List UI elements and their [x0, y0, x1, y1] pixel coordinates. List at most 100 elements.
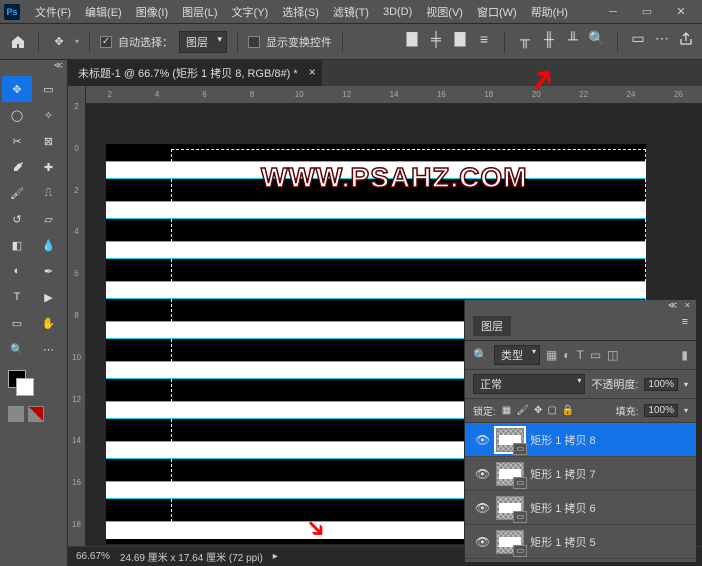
menu-view[interactable]: 视图(V): [419, 4, 470, 20]
zoom-icon[interactable]: 🔍: [589, 31, 605, 47]
layer-row[interactable]: 👁 ▭ 矩形 1 拷贝 6: [465, 491, 696, 525]
dist-top-icon[interactable]: ╥: [517, 31, 533, 47]
status-docinfo[interactable]: 24.69 厘米 x 17.64 厘米 (72 ppi): [120, 549, 263, 564]
document-tab[interactable]: 未标题-1 @ 66.7% (矩形 1 拷贝 8, RGB/8#) * ×: [68, 60, 322, 86]
align-hcenter-icon[interactable]: ╪: [428, 31, 444, 47]
status-more-icon[interactable]: ▸: [273, 551, 278, 562]
menu-window[interactable]: 窗口(W): [470, 4, 524, 20]
home-icon[interactable]: [8, 32, 28, 52]
marquee-tool[interactable]: ▭: [34, 76, 64, 102]
layers-tab[interactable]: 图层: [473, 316, 511, 336]
opacity-value[interactable]: 100%: [644, 378, 678, 391]
layer-list[interactable]: 👁 ▭ 矩形 1 拷贝 8 👁 ▭ 矩形 1 拷贝 7 👁 ▭ 矩形 1 拷贝 …: [465, 423, 696, 562]
layer-row[interactable]: 👁 ▭ 矩形 1 拷贝 8: [465, 423, 696, 457]
visibility-icon[interactable]: 👁: [475, 535, 490, 549]
menu-file[interactable]: 文件(F): [28, 4, 78, 20]
align-left-icon[interactable]: ▇: [404, 31, 420, 47]
more-opts-icon[interactable]: ⋯: [654, 31, 670, 47]
dodge-tool[interactable]: ◐: [2, 258, 32, 284]
layer-thumbnail[interactable]: ▭: [496, 462, 524, 486]
menu-help[interactable]: 帮助(H): [524, 4, 575, 20]
align-more-icon[interactable]: ≡: [476, 31, 492, 47]
lasso-tool[interactable]: ◯: [2, 102, 32, 128]
blend-mode-dd[interactable]: 正常: [473, 374, 585, 394]
transform-controls-checkbox[interactable]: [248, 36, 260, 48]
layer-thumbnail[interactable]: ▭: [496, 428, 524, 452]
filter-kind-dd[interactable]: 类型: [494, 345, 540, 365]
lock-artboard-icon[interactable]: ▢: [547, 405, 556, 416]
3d-mode-icon[interactable]: ▭: [630, 31, 646, 47]
eraser-tool[interactable]: ▱: [34, 206, 64, 232]
filter-adjust-icon[interactable]: ◐: [563, 348, 570, 362]
filter-toggle-icon[interactable]: ▮: [681, 348, 688, 362]
layer-name[interactable]: 矩形 1 拷贝 5: [530, 534, 686, 550]
dist-vcenter-icon[interactable]: ╫: [541, 31, 557, 47]
minimize-button[interactable]: ─: [596, 2, 630, 22]
filter-type-icon[interactable]: T: [577, 348, 584, 362]
menu-type[interactable]: 文字(Y): [225, 4, 276, 20]
layer-row[interactable]: 👁 ▭ 矩形 1 拷贝 5: [465, 525, 696, 559]
blur-tool[interactable]: 💧: [34, 232, 64, 258]
history-brush-tool[interactable]: ↺: [2, 206, 32, 232]
align-right-icon[interactable]: ▇: [452, 31, 468, 47]
crop-tool[interactable]: ✂: [2, 128, 32, 154]
edit-toolbar[interactable]: ⋯: [34, 336, 64, 362]
menu-layer[interactable]: 图层(L): [175, 4, 224, 20]
document-tab-title: 未标题-1 @ 66.7% (矩形 1 拷贝 8, RGB/8#) *: [78, 68, 298, 80]
share-icon[interactable]: [678, 31, 694, 47]
maximize-button[interactable]: ▭: [630, 2, 664, 22]
layer-thumbnail[interactable]: ▭: [496, 530, 524, 554]
panel-collapse-icon[interactable]: ≪ ×: [465, 300, 696, 312]
layer-row[interactable]: 👁 ▭ 矩形 1 拷贝 7: [465, 457, 696, 491]
auto-select-checkbox[interactable]: [100, 36, 112, 48]
layer-name[interactable]: 矩形 1 拷贝 7: [530, 466, 686, 482]
dist-bottom-icon[interactable]: ╨: [565, 31, 581, 47]
layer-name[interactable]: 矩形 1 拷贝 6: [530, 500, 686, 516]
background-swatch[interactable]: [16, 378, 34, 396]
gradient-tool[interactable]: ◧: [2, 232, 32, 258]
pen-tool[interactable]: ✒: [34, 258, 64, 284]
zoom-tool[interactable]: 🔍: [2, 336, 32, 362]
lock-all-icon[interactable]: 🔒: [562, 405, 574, 416]
frame-tool[interactable]: ⊠: [34, 128, 64, 154]
menu-3d[interactable]: 3D(D): [376, 6, 419, 18]
move-tool-icon[interactable]: ✥: [49, 32, 69, 52]
stamp-tool[interactable]: ⎍: [34, 180, 64, 206]
layer-name[interactable]: 矩形 1 拷贝 8: [530, 432, 686, 448]
quickmask-mode-button[interactable]: [28, 406, 44, 422]
visibility-icon[interactable]: 👁: [475, 501, 490, 515]
move-tool[interactable]: ✥: [2, 76, 32, 102]
layer-row[interactable]: 👁 ▭ 矩形 1 拷贝: [465, 559, 696, 562]
path-select-tool[interactable]: ▶: [34, 284, 64, 310]
menu-edit[interactable]: 编辑(E): [78, 4, 129, 20]
lock-pixels-icon[interactable]: 🖌: [516, 405, 529, 416]
type-tool[interactable]: T: [2, 284, 32, 310]
magic-wand-tool[interactable]: ✧: [34, 102, 64, 128]
layer-thumbnail[interactable]: ▭: [496, 496, 524, 520]
visibility-icon[interactable]: 👁: [475, 467, 490, 481]
fill-label: 填充:: [616, 403, 639, 418]
lock-transparency-icon[interactable]: ▦: [502, 405, 511, 416]
menu-filter[interactable]: 滤镜(T): [326, 4, 376, 20]
brush-tool[interactable]: 🖌: [2, 180, 32, 206]
panel-menu-icon[interactable]: ≡: [682, 316, 688, 336]
tools-collapse-icon[interactable]: ≪: [0, 60, 67, 74]
filter-search-icon[interactable]: 🔍: [473, 348, 488, 362]
status-zoom[interactable]: 66.67%: [76, 551, 110, 562]
fill-value[interactable]: 100%: [644, 404, 678, 417]
filter-pixel-icon[interactable]: ▦: [546, 348, 557, 362]
menu-select[interactable]: 选择(S): [275, 4, 326, 20]
menu-image[interactable]: 图像(I): [129, 4, 175, 20]
lock-position-icon[interactable]: ✥: [534, 405, 542, 416]
shape-tool[interactable]: ▭: [2, 310, 32, 336]
close-button[interactable]: ✕: [664, 2, 698, 22]
hand-tool[interactable]: ✋: [34, 310, 64, 336]
standard-mode-button[interactable]: [8, 406, 24, 422]
auto-select-target-dd[interactable]: 图层: [179, 31, 227, 53]
close-tab-icon[interactable]: ×: [309, 65, 316, 79]
visibility-icon[interactable]: 👁: [475, 433, 490, 447]
filter-smart-icon[interactable]: ◫: [607, 348, 618, 362]
healing-tool[interactable]: ✚: [34, 154, 64, 180]
filter-shape-icon[interactable]: ▭: [590, 348, 601, 362]
eyedropper-tool[interactable]: [2, 154, 32, 180]
